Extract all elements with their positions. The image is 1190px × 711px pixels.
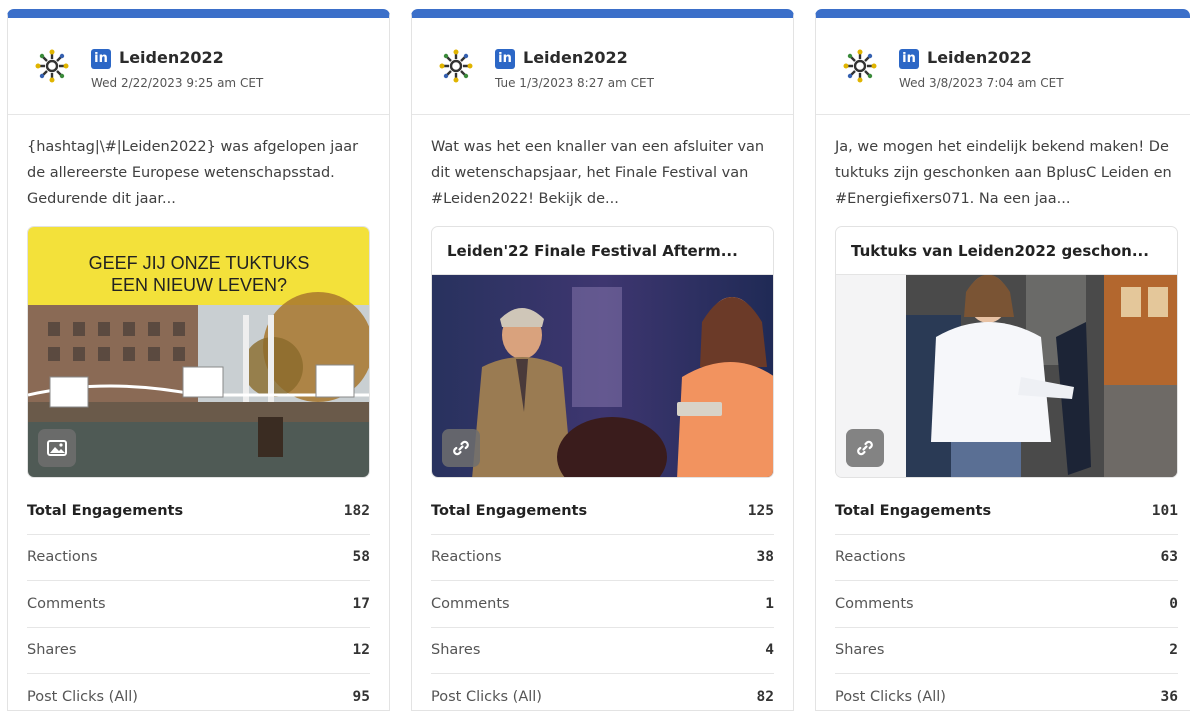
account-avatar[interactable] [34,48,70,84]
metrics-table: Total Engagements 125 Reactions 38 Comment… [431,488,774,710]
link-preview[interactable]: Tuktuks van Leiden2022 geschon... [835,226,1178,478]
account-name[interactable]: Leiden2022 [523,48,628,67]
account-avatar[interactable] [842,48,878,84]
image-icon [47,440,67,456]
linkedin-icon: in [91,49,111,69]
post-header: in Leiden2022 Tue 1/3/2023 8:27 am CET [412,18,793,115]
metrics-table: Total Engagements 101 Reactions 63 Comment… [835,488,1178,710]
metric-comments: Comments 17 [27,581,370,628]
link-icon [453,440,469,456]
post-date: Wed 3/8/2023 7:04 am CET [899,76,1064,90]
metric-comments: Comments 1 [431,581,774,628]
metric-reactions: Reactions 38 [431,535,774,581]
linkedin-icon: in [899,49,919,69]
post-date: Tue 1/3/2023 8:27 am CET [495,76,654,90]
post-card[interactable]: in Leiden2022 Wed 2/22/2023 9:25 am CET … [7,9,390,711]
image-type-badge [38,429,76,467]
metric-post-clicks: Post Clicks (All) 36 [835,689,1178,706]
tuktuk-banner-image: GEEF JIJ ONZE TUKTUKS EEN NIEUW LEVEN? [28,227,369,477]
metrics-table: Total Engagements 182 Reactions 58 Comment… [27,488,370,710]
metric-total-engagements: Total Engagements 182 [27,488,370,535]
metric-post-clicks: Post Clicks (All) 95 [27,689,370,706]
metric-total-engagements: Total Engagements 125 [431,488,774,535]
post-image[interactable]: GEEF JIJ ONZE TUKTUKS EEN NIEUW LEVEN? [27,226,370,478]
link-preview[interactable]: Leiden'22 Finale Festival Afterm... [431,226,774,478]
metric-reactions: Reactions 58 [27,535,370,581]
post-text: Wat was het een knaller van een afsluite… [431,139,765,207]
metric-reactions: Reactions 63 [835,535,1178,581]
link-type-badge [442,429,480,467]
post-card[interactable]: in Leiden2022 Wed 3/8/2023 7:04 am CET J… [815,9,1190,711]
banner-line-2: EEN NIEUW LEVEN? [111,275,287,295]
metric-shares: Shares 12 [27,628,370,674]
link-icon [857,440,873,456]
metric-comments: Comments 0 [835,581,1178,628]
post-text: Ja, we mogen het eindelijk bekend maken!… [835,139,1172,207]
account-name[interactable]: Leiden2022 [927,48,1032,67]
metric-shares: Shares 4 [431,628,774,674]
linkedin-icon: in [495,49,515,69]
post-card[interactable]: in Leiden2022 Tue 1/3/2023 8:27 am CET W… [411,9,794,711]
account-name[interactable]: Leiden2022 [119,48,224,67]
account-avatar[interactable] [438,48,474,84]
post-text: {hashtag|\#|Leiden2022} was afgelopen ja… [27,139,359,207]
metric-post-clicks: Post Clicks (All) 82 [431,689,774,706]
link-type-badge [846,429,884,467]
post-date: Wed 2/22/2023 9:25 am CET [91,76,264,90]
metric-shares: Shares 2 [835,628,1178,674]
link-title[interactable]: Tuktuks van Leiden2022 geschon... [836,227,1177,275]
metric-total-engagements: Total Engagements 101 [835,488,1178,535]
link-title[interactable]: Leiden'22 Finale Festival Afterm... [432,227,773,275]
banner-line-1: GEEF JIJ ONZE TUKTUKS [89,253,310,273]
post-header: in Leiden2022 Wed 3/8/2023 7:04 am CET [816,18,1190,115]
post-header: in Leiden2022 Wed 2/22/2023 9:25 am CET [8,18,389,115]
